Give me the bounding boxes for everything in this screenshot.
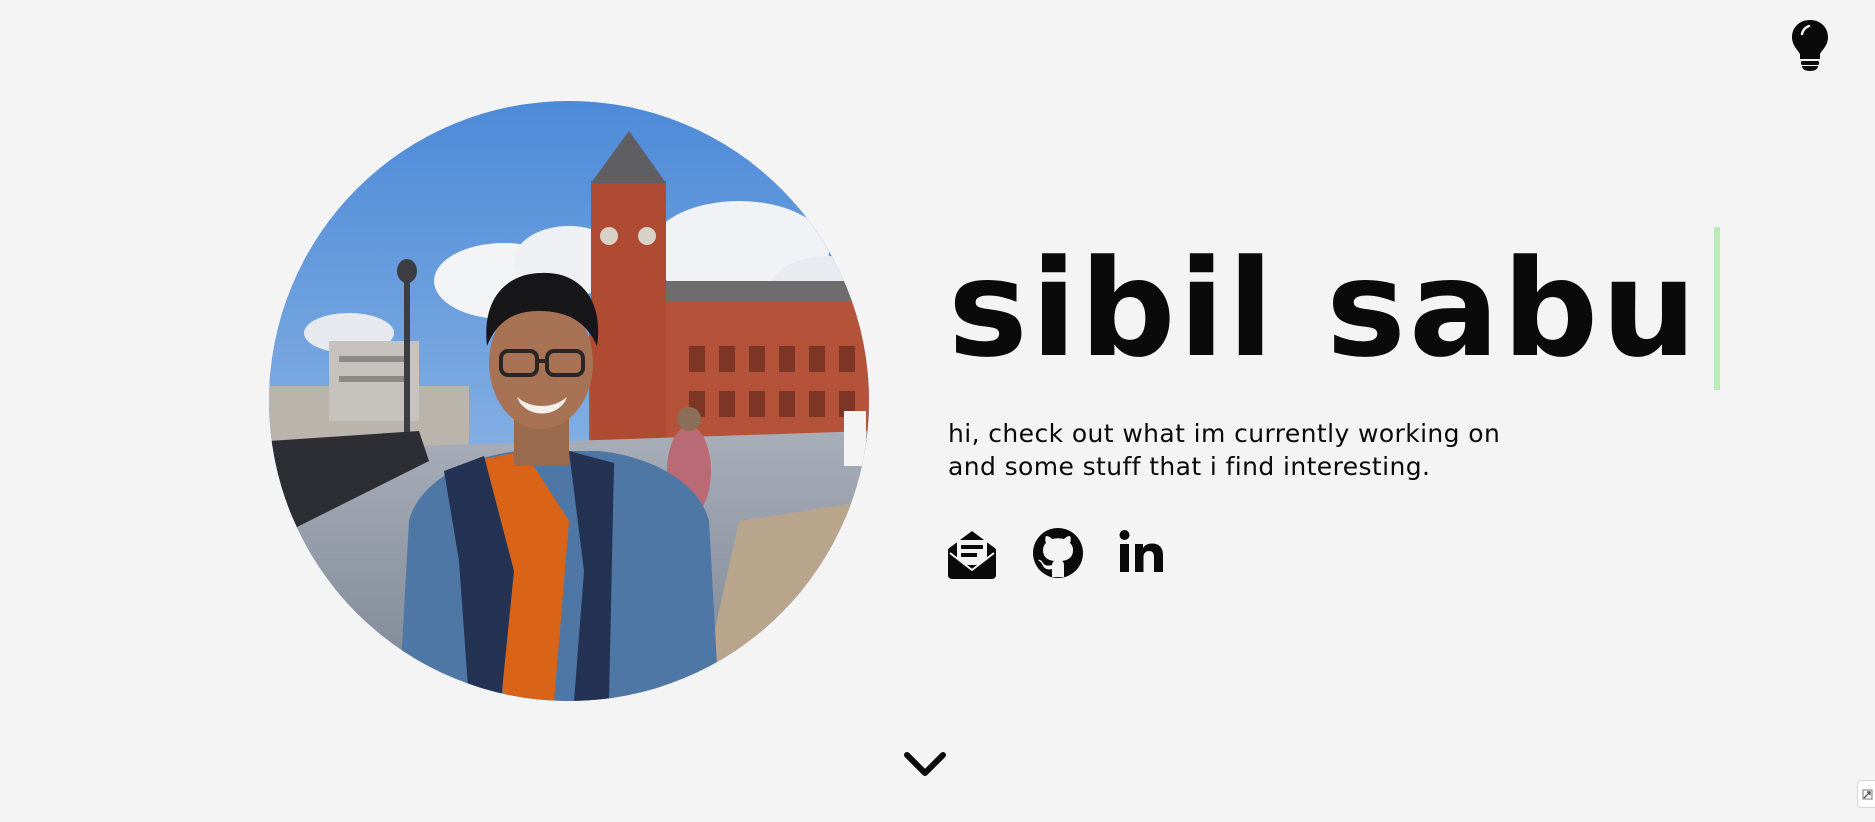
tagline-line: and some stuff that i find interesting. [948,452,1431,481]
lightbulb-icon [1792,20,1828,71]
name-heading: sibil sabu [948,230,1700,387]
corner-widget-button[interactable] [1857,780,1875,808]
typing-cursor [1713,227,1720,390]
linkedin-icon [1119,530,1163,572]
github-link[interactable] [1032,527,1084,579]
mail-icon [948,531,996,579]
github-icon [1033,528,1083,578]
social-links [946,527,1200,579]
theme-toggle-button[interactable] [1790,18,1830,72]
tagline: hi, check out what im currently working … [948,417,1588,483]
name-heading-wrap: sibil sabu [948,226,1720,391]
email-link[interactable] [946,527,998,579]
chevron-down-icon [904,752,946,776]
expand-icon [1862,789,1873,800]
landing-page: sibil sabu hi, check out what im current… [0,0,1875,822]
tagline-line: hi, check out what im currently working … [948,419,1501,448]
linkedin-link[interactable] [1118,527,1166,579]
profile-photo [269,101,869,701]
scroll-down-button[interactable] [903,749,947,781]
